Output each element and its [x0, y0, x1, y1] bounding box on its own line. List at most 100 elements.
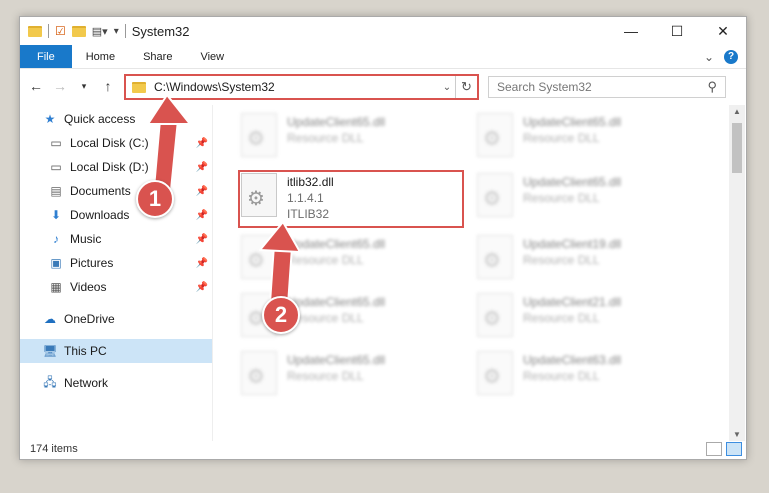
folder-icon	[28, 25, 42, 37]
window-title: System32	[131, 23, 190, 39]
sidebar-item-downloads[interactable]: ⬇ Downloads 📌	[20, 203, 212, 227]
properties-icon[interactable]: ☑	[55, 24, 66, 38]
sidebar-item-quick-access[interactable]: ★ Quick access	[20, 107, 212, 131]
sidebar-item-label: Documents	[70, 184, 131, 198]
pin-icon[interactable]: 📌	[196, 234, 208, 245]
dll-file-icon	[477, 173, 513, 217]
dll-file-icon	[477, 235, 513, 279]
sidebar-item-network[interactable]: 🖧 Network	[20, 371, 212, 395]
vertical-scrollbar[interactable]: ▲ ▼	[729, 105, 745, 441]
recent-locations-chevron-icon[interactable]: ▾	[74, 81, 94, 92]
scroll-up-icon[interactable]: ▲	[729, 107, 745, 116]
details-view-icon[interactable]	[706, 442, 722, 456]
pin-icon[interactable]: 📌	[196, 138, 208, 149]
dll-file-icon	[241, 113, 277, 157]
cloud-icon: ☁	[44, 312, 56, 326]
divider	[48, 24, 49, 38]
minimize-button[interactable]: —	[608, 17, 654, 45]
tiles-view-icon[interactable]	[726, 442, 742, 456]
address-bar[interactable]: C:\Windows\System32 ⌄ ↻	[124, 74, 479, 100]
explorer-window: ☑ ▤▾ ▾ System32 — ☐ ✕ File Home Share Vi…	[19, 16, 747, 460]
navigation-bar: ← → ▾ ↑ C:\Windows\System32 ⌄ ↻ Search S…	[20, 70, 746, 102]
file-name: UpdateClient65.dll	[287, 295, 386, 309]
close-icon: ✕	[717, 22, 729, 39]
sidebar-item-label: Downloads	[70, 208, 130, 222]
pin-icon[interactable]: 📌	[196, 186, 208, 197]
item-count: 174 items	[30, 443, 78, 455]
file-name: UpdateClient65.dll	[287, 353, 386, 367]
toolbar-dropdown-icon[interactable]: ▾	[114, 26, 119, 37]
file-tile[interactable]: UpdateClient65.dll Resource DLL	[241, 351, 461, 405]
sidebar-item-documents[interactable]: ▤ Documents 📌	[20, 179, 212, 203]
sidebar-item-this-pc[interactable]: 🖥 This PC	[20, 339, 212, 363]
sidebar-item-onedrive[interactable]: ☁ OneDrive	[20, 307, 212, 331]
expand-ribbon-icon[interactable]: ⌄	[704, 50, 714, 64]
forward-arrow-icon[interactable]: →	[50, 78, 70, 94]
customize-quick-access-icon[interactable]: ▤▾	[92, 25, 108, 38]
file-description: Resource DLL	[523, 191, 600, 205]
file-tile[interactable]: UpdateClient65.dll Resource DLL	[241, 113, 461, 167]
chevron-down-icon[interactable]: ⌄	[439, 82, 455, 93]
new-folder-icon[interactable]	[71, 25, 86, 37]
file-list[interactable]: UpdateClient65.dllResource DLL itlib32.d…	[212, 105, 746, 441]
file-name: UpdateClient21.dll	[523, 295, 622, 309]
sidebar-item-local-disk-d[interactable]: ▭ Local Disk (D:) 📌	[20, 155, 212, 179]
star-icon: ★	[44, 112, 56, 126]
drive-icon: ▭	[50, 160, 62, 174]
file-tile[interactable]: UpdateClient21.dll Resource DLL	[477, 293, 697, 347]
help-icon[interactable]: ?	[724, 49, 738, 64]
file-tile[interactable]: UpdateClient65.dll Resource DLL	[241, 235, 461, 289]
tab-home[interactable]: Home	[72, 45, 129, 68]
sidebar-item-label: Quick access	[64, 112, 136, 126]
pin-icon[interactable]: 📌	[196, 162, 208, 173]
file-tile[interactable]: UpdateClient63.dll Resource DLL	[477, 351, 697, 405]
refresh-icon[interactable]: ↻	[455, 76, 477, 98]
search-icon: ⚲	[707, 79, 717, 94]
maximize-button[interactable]: ☐	[654, 17, 700, 45]
file-name: UpdateClient65.dll	[523, 115, 622, 129]
tab-view[interactable]: View	[186, 45, 238, 68]
sidebar-item-local-disk-c[interactable]: ▭ Local Disk (C:) 📌	[20, 131, 212, 155]
sidebar-item-label: Videos	[70, 280, 107, 294]
music-icon: ♪	[53, 232, 59, 246]
scrollbar-thumb[interactable]	[732, 123, 742, 173]
tab-file[interactable]: File	[20, 45, 72, 68]
file-description: Resource DLL	[287, 311, 364, 325]
sidebar-item-pictures[interactable]: ▣ Pictures 📌	[20, 251, 212, 275]
file-name: UpdateClient65.dll	[287, 115, 386, 129]
address-path[interactable]: C:\Windows\System32	[154, 80, 439, 94]
sidebar-item-music[interactable]: ♪ Music 📌	[20, 227, 212, 251]
file-tile[interactable]: UpdateClient65.dll Resource DLL	[477, 173, 697, 227]
scroll-down-icon[interactable]: ▼	[729, 430, 745, 439]
file-description: Resource DLL	[523, 369, 600, 383]
search-input[interactable]: Search System32	[497, 80, 707, 94]
sidebar-item-label: Pictures	[70, 256, 114, 270]
sidebar-item-label: This PC	[64, 344, 107, 358]
sidebar-item-label: Music	[70, 232, 102, 246]
sidebar-item-videos[interactable]: ▦ Videos 📌	[20, 275, 212, 299]
download-icon: ⬇	[50, 208, 62, 222]
pin-icon[interactable]: 📌	[196, 282, 208, 293]
file-description: Resource DLL	[287, 131, 364, 145]
network-icon: 🖧	[43, 374, 57, 389]
sidebar-item-label: Network	[64, 376, 109, 390]
dll-file-icon	[477, 351, 513, 395]
search-box[interactable]: Search System32 ⚲	[488, 76, 726, 98]
pin-icon[interactable]: 📌	[196, 258, 208, 269]
folder-icon	[132, 81, 146, 93]
back-arrow-icon[interactable]: ←	[26, 78, 46, 94]
dll-file-icon	[241, 235, 277, 279]
file-name: UpdateClient63.dll	[523, 353, 622, 367]
computer-icon: 🖥	[42, 344, 58, 358]
close-button[interactable]: ✕	[700, 17, 746, 45]
pin-icon[interactable]: 📌	[196, 210, 208, 221]
file-description: Resource DLL	[523, 131, 600, 145]
tab-share[interactable]: Share	[129, 45, 186, 68]
maximize-icon: ☐	[670, 22, 684, 39]
sidebar-item-label: OneDrive	[64, 312, 115, 326]
step-2-badge: 2	[262, 296, 300, 334]
file-tile[interactable]: UpdateClient65.dll Resource DLL	[477, 113, 697, 167]
file-name: UpdateClient19.dll	[523, 237, 622, 251]
up-arrow-icon[interactable]: ↑	[98, 78, 118, 94]
file-tile[interactable]: UpdateClient19.dll Resource DLL	[477, 235, 697, 289]
